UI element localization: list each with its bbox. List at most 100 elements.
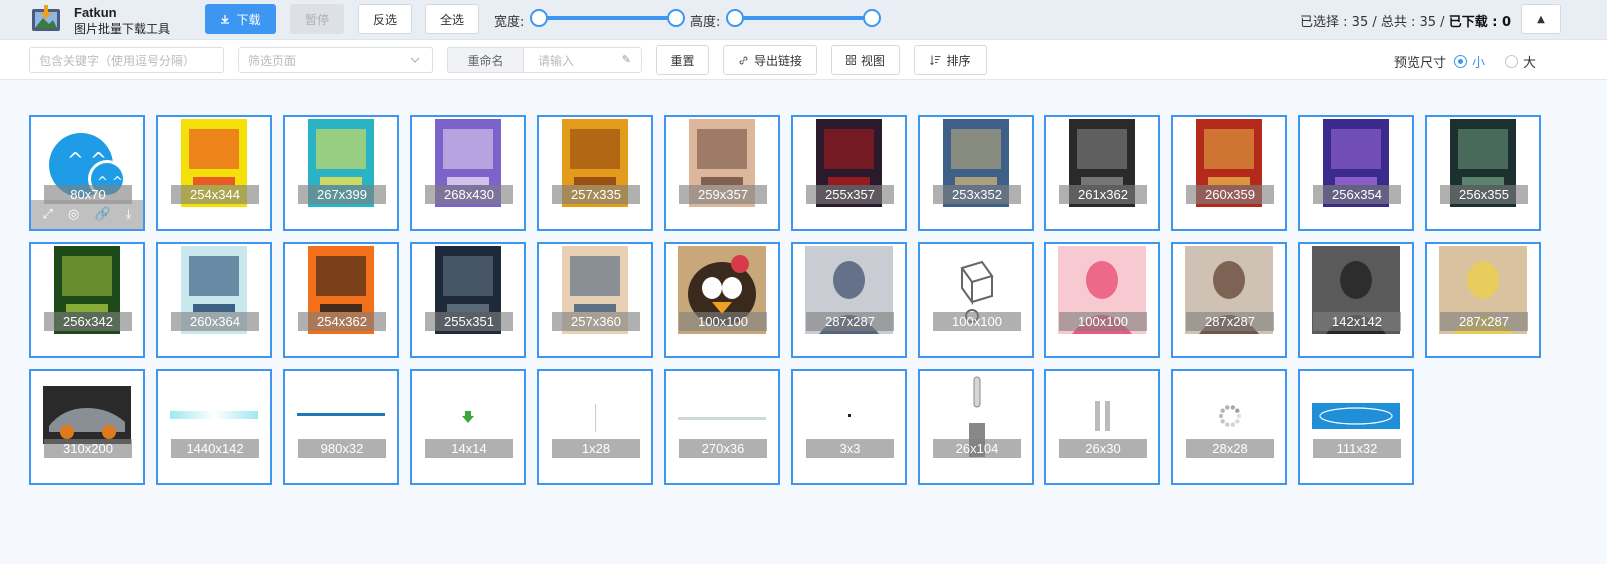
page-filter-placeholder: 筛选页面 xyxy=(248,53,297,68)
image-tile[interactable]: 1x28 xyxy=(537,369,653,485)
width-label: 宽度: xyxy=(494,15,525,30)
image-thumbnail xyxy=(170,411,258,419)
image-tile[interactable]: 26x30 xyxy=(1044,369,1160,485)
image-tile[interactable]: 100x100 xyxy=(918,242,1034,358)
sort-button[interactable]: 排序 xyxy=(914,45,987,75)
size-small-radio[interactable] xyxy=(1454,55,1468,68)
tile-actions: ⤢ ◎ 🔗 ⤓ xyxy=(31,200,143,229)
image-tile[interactable]: 1440x142 xyxy=(156,369,272,485)
image-tile[interactable]: 253x352 xyxy=(918,115,1034,231)
download-button[interactable]: 下载 xyxy=(205,4,276,34)
link-icon xyxy=(739,56,748,64)
image-tile[interactable]: 254x362 xyxy=(283,242,399,358)
size-large-label[interactable]: 大 xyxy=(1523,52,1536,71)
image-tile[interactable]: 257x335 xyxy=(537,115,653,231)
image-tile[interactable]: 260x359 xyxy=(1171,115,1287,231)
collapse-button[interactable]: ▲ xyxy=(1521,4,1561,34)
image-thumbnail xyxy=(678,417,766,420)
invert-selection-button[interactable]: 反选 xyxy=(358,4,412,34)
status-selected: 已选择 : 35 xyxy=(1300,15,1369,30)
image-thumbnail xyxy=(595,404,596,432)
image-dimensions-label: 260x364 xyxy=(171,312,259,331)
width-slider-max-handle[interactable] xyxy=(667,9,685,27)
export-links-button[interactable]: 导出链接 xyxy=(723,45,817,75)
image-dimensions-label: 255x357 xyxy=(806,185,894,204)
width-slider-min-handle[interactable] xyxy=(530,9,548,27)
image-dimensions-label: 100x100 xyxy=(679,312,767,331)
image-dimensions-label: 100x100 xyxy=(1059,312,1147,331)
keyword-input[interactable]: 包含关键字（使用逗号分隔） xyxy=(29,47,224,73)
image-dimensions-label: 14x14 xyxy=(425,439,513,458)
image-tile[interactable]: 267x399 xyxy=(283,115,399,231)
app-name: Fatkun xyxy=(74,5,117,20)
select-all-button[interactable]: 全选 xyxy=(425,4,479,34)
image-thumbnail xyxy=(1218,405,1242,427)
image-dimensions-label: 142x142 xyxy=(1313,312,1401,331)
image-tile[interactable]: 257x360 xyxy=(537,242,653,358)
image-tile[interactable]: 255x357 xyxy=(791,115,907,231)
image-dimensions-label: 270x36 xyxy=(679,439,767,458)
filter-bar: 包含关键字（使用逗号分隔） 筛选页面 重命名 请输入 ✎ 重置 导出链接 视图 … xyxy=(0,40,1607,80)
image-thumbnail xyxy=(1312,403,1400,429)
pause-button[interactable]: 暂停 xyxy=(290,4,344,34)
image-tile[interactable]: 100x100 xyxy=(1044,242,1160,358)
image-dimensions-label: 254x362 xyxy=(298,312,386,331)
image-tile[interactable]: 3x3 xyxy=(791,369,907,485)
image-tile[interactable]: ^ ^ ^ ^ 80x70 ⤢ ◎ 🔗 ⤓ xyxy=(29,115,145,231)
image-dimensions-label: 254x344 xyxy=(171,185,259,204)
image-tile[interactable]: 310x200 xyxy=(29,369,145,485)
image-thumbnail xyxy=(462,411,474,423)
expand-icon[interactable]: ⤢ xyxy=(43,207,53,222)
image-tile[interactable]: 287x287 xyxy=(1171,242,1287,358)
image-dimensions-label: 255x351 xyxy=(425,312,513,331)
height-slider-track[interactable] xyxy=(735,16,872,20)
download-icon xyxy=(221,15,230,24)
weibo-icon[interactable]: ◎ xyxy=(68,207,79,222)
image-dimensions-label: 100x100 xyxy=(933,312,1021,331)
image-tile[interactable]: 26x104 xyxy=(918,369,1034,485)
image-tile[interactable]: 14x14 xyxy=(410,369,526,485)
page-filter-select[interactable]: 筛选页面 xyxy=(238,47,433,73)
image-tile[interactable]: 111x32 xyxy=(1298,369,1414,485)
image-dimensions-label: 261x362 xyxy=(1059,185,1147,204)
image-tile[interactable]: 254x344 xyxy=(156,115,272,231)
rename-input[interactable]: 请输入 ✎ xyxy=(524,48,641,72)
sort-label: 排序 xyxy=(946,53,971,68)
height-slider-min-handle[interactable] xyxy=(726,9,744,27)
height-slider-max-handle[interactable] xyxy=(863,9,881,27)
image-tile[interactable]: 260x364 xyxy=(156,242,272,358)
app-logo-icon xyxy=(32,5,60,31)
image-tile[interactable]: 255x351 xyxy=(410,242,526,358)
image-tile[interactable]: 270x36 xyxy=(664,369,780,485)
pen-icon: ✎ xyxy=(621,53,631,66)
image-tile[interactable]: 287x287 xyxy=(1425,242,1541,358)
image-tile[interactable]: 259x357 xyxy=(664,115,780,231)
image-tile[interactable]: 287x287 xyxy=(791,242,907,358)
image-tile[interactable]: 256x354 xyxy=(1298,115,1414,231)
image-tile[interactable]: 980x32 xyxy=(283,369,399,485)
download-icon[interactable]: ⤓ xyxy=(126,207,132,222)
reset-button[interactable]: 重置 xyxy=(656,45,709,75)
image-thumbnail xyxy=(1095,401,1110,431)
width-slider-track[interactable] xyxy=(538,16,676,20)
image-dimensions-label: 111x32 xyxy=(1313,439,1401,458)
image-dimensions-label: 310x200 xyxy=(44,439,132,458)
image-tile[interactable]: 256x342 xyxy=(29,242,145,358)
rename-label: 重命名 xyxy=(448,48,524,72)
image-tile[interactable]: 256x355 xyxy=(1425,115,1541,231)
view-button[interactable]: 视图 xyxy=(831,45,900,75)
image-dimensions-label: 267x399 xyxy=(298,185,386,204)
size-large-radio[interactable] xyxy=(1505,55,1519,68)
size-small-label[interactable]: 小 xyxy=(1472,52,1485,71)
image-dimensions-label: 26x30 xyxy=(1059,439,1147,458)
sort-icon xyxy=(930,55,941,65)
image-dimensions-label: 28x28 xyxy=(1186,439,1274,458)
image-tile[interactable]: 261x362 xyxy=(1044,115,1160,231)
image-tile[interactable]: 268x430 xyxy=(410,115,526,231)
link-icon[interactable]: 🔗 xyxy=(94,207,110,222)
image-dimensions-label: 259x357 xyxy=(679,185,767,204)
image-thumbnail xyxy=(848,414,851,417)
image-tile[interactable]: 100x100 xyxy=(664,242,780,358)
image-tile[interactable]: 142x142 xyxy=(1298,242,1414,358)
image-tile[interactable]: 28x28 xyxy=(1171,369,1287,485)
